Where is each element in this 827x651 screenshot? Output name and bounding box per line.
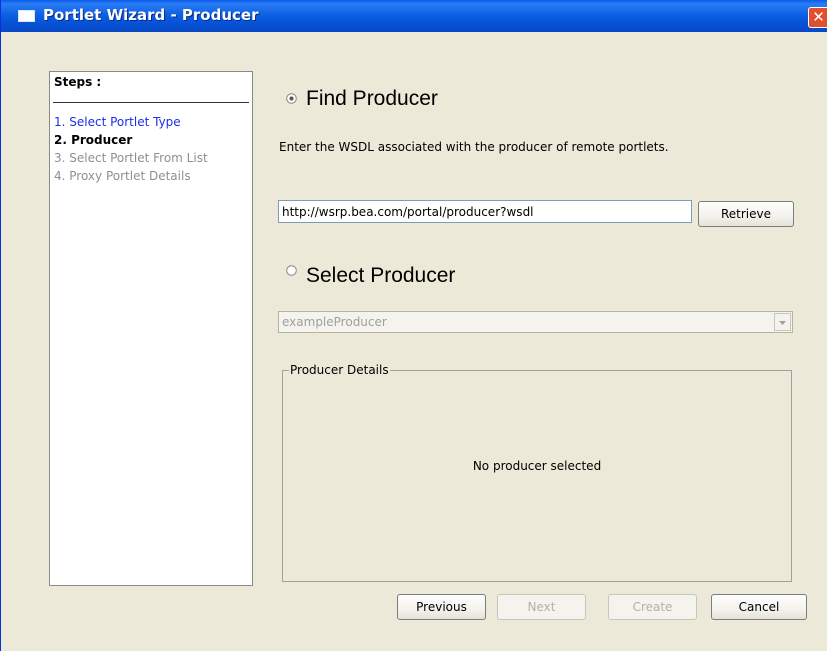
find-producer-heading: Find Producer (306, 87, 438, 110)
step-producer: 2. Producer (54, 133, 133, 147)
next-button[interactable]: Next (497, 594, 586, 620)
close-button[interactable]: ✕ (808, 7, 827, 28)
steps-panel: Steps : 1. Select Portlet Type 2. Produc… (49, 71, 253, 586)
wsdl-description: Enter the WSDL associated with the produ… (279, 140, 669, 154)
step-proxy-portlet-details: 4. Proxy Portlet Details (54, 169, 191, 183)
find-producer-radio[interactable] (286, 93, 297, 104)
close-icon: ✕ (812, 8, 825, 26)
no-producer-message: No producer selected (472, 459, 602, 473)
producer-details-group: Producer Details No producer selected (282, 363, 792, 582)
portlet-wizard-window: Portlet Wizard - Producer ✕ Steps : 1. S… (0, 0, 827, 651)
wsdl-url-input[interactable] (278, 200, 692, 223)
title-bar[interactable]: Portlet Wizard - Producer ✕ (1, 0, 827, 32)
dropdown-arrow-icon[interactable] (774, 313, 791, 331)
producer-dropdown-value: exampleProducer (282, 315, 387, 329)
create-button[interactable]: Create (608, 594, 697, 620)
previous-button[interactable]: Previous (397, 594, 486, 620)
steps-divider (53, 102, 249, 103)
cancel-button[interactable]: Cancel (711, 594, 807, 620)
select-producer-heading: Select Producer (306, 264, 456, 287)
retrieve-button[interactable]: Retrieve (698, 201, 794, 227)
producer-details-legend: Producer Details (289, 363, 390, 377)
step-select-portlet-type[interactable]: 1. Select Portlet Type (54, 115, 181, 129)
step-select-portlet-from-list: 3. Select Portlet From List (54, 151, 208, 165)
window-icon (18, 10, 35, 22)
window-title: Portlet Wizard - Producer (43, 6, 259, 24)
producer-dropdown[interactable]: exampleProducer (278, 311, 793, 333)
steps-title: Steps : (54, 75, 102, 89)
select-producer-radio[interactable] (286, 265, 297, 276)
